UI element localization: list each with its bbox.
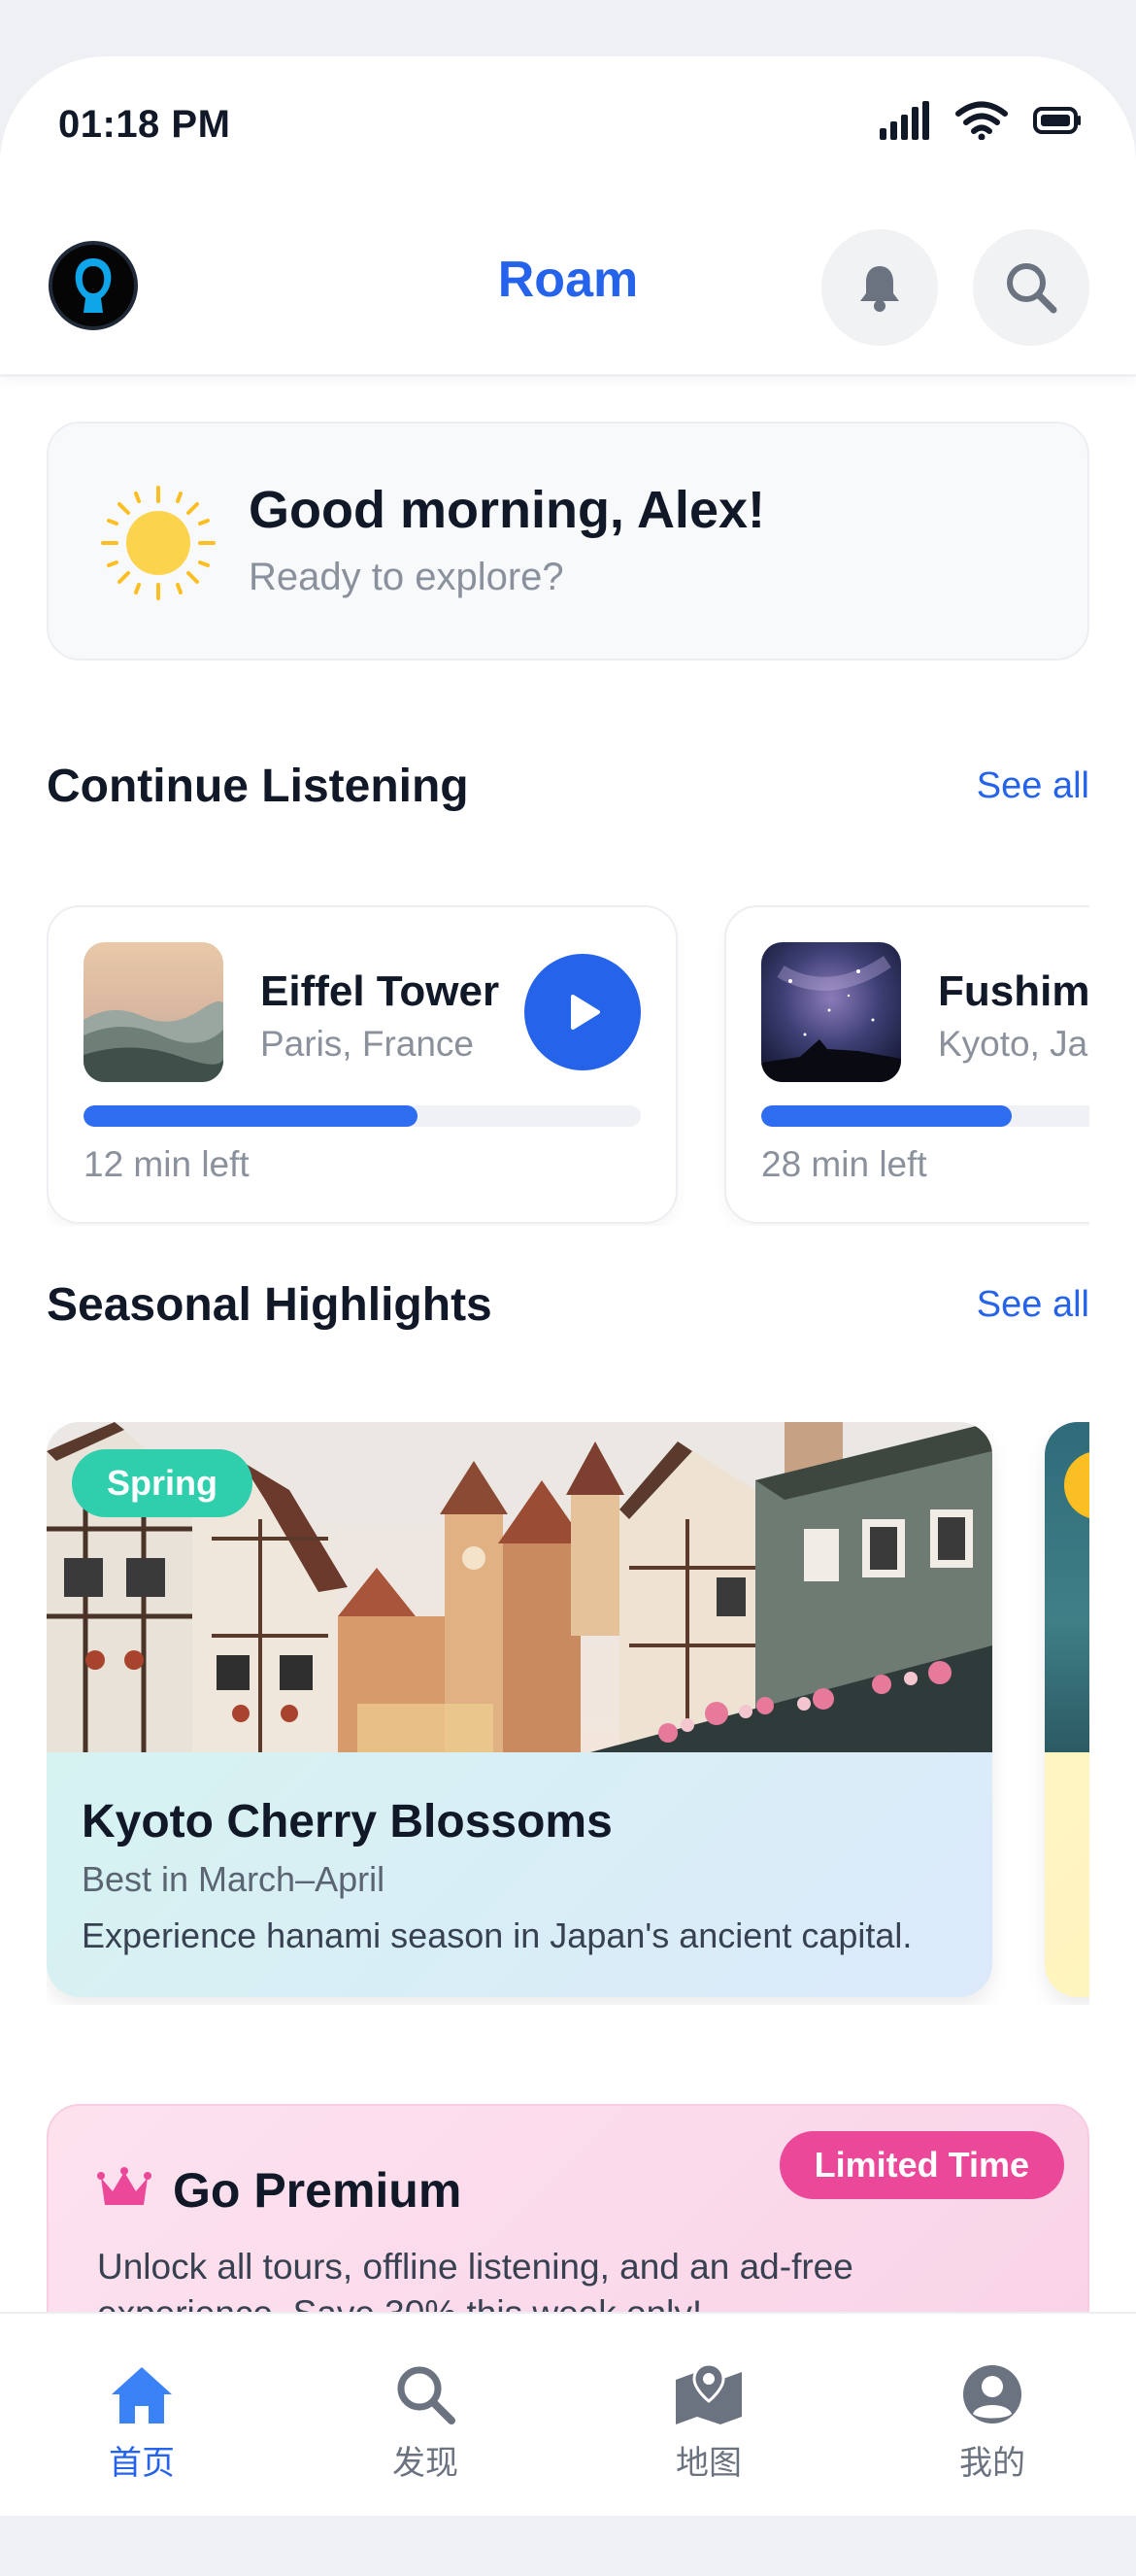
listen-card[interactable]: Eiffel Tower Paris, France 12 min left bbox=[47, 905, 678, 1224]
crown-icon bbox=[97, 2167, 151, 2205]
limited-time-badge: Limited Time bbox=[779, 2131, 1064, 2199]
seasonal-photo bbox=[1045, 1422, 1089, 1752]
greeting-subtitle: Ready to explore? bbox=[249, 556, 564, 598]
tab-profile[interactable]: 我的 bbox=[895, 2360, 1089, 2484]
notifications-button[interactable] bbox=[821, 229, 938, 346]
thumbnail-image bbox=[761, 942, 901, 1082]
tab-map[interactable]: 地图 bbox=[612, 2360, 806, 2484]
signal-icon bbox=[880, 101, 929, 140]
seasonal-card[interactable]: Spring Kyoto Cherry Blossoms Best in Mar… bbox=[47, 1422, 992, 1997]
greeting-title: Good morning, Alex! bbox=[249, 481, 765, 539]
seasonal-photo: Spring bbox=[47, 1422, 992, 1752]
tab-home[interactable]: 首页 bbox=[45, 2360, 239, 2484]
premium-title: Go Premium bbox=[173, 2163, 462, 2218]
status-bar: 01:18 PM bbox=[0, 56, 1136, 192]
search-icon bbox=[397, 2366, 455, 2424]
app-title: Roam bbox=[497, 252, 639, 308]
time-left: 12 min left bbox=[84, 1144, 250, 1184]
time-left: 28 min left bbox=[761, 1144, 927, 1184]
sun-icon bbox=[101, 486, 216, 600]
seasonal-card-title: Kyoto Cherry Blossoms bbox=[82, 1796, 613, 1847]
tab-label: 首页 bbox=[109, 2444, 175, 2483]
progress-bar bbox=[761, 1105, 1089, 1127]
seasonal-card-description: Experience hanami season in Japan's anci… bbox=[82, 1915, 913, 1955]
app-header: Roam bbox=[0, 192, 1136, 377]
status-time: 01:18 PM bbox=[58, 103, 231, 146]
search-icon bbox=[1007, 263, 1057, 314]
greeting-card: Good morning, Alex! Ready to explore? bbox=[47, 422, 1089, 661]
bell-icon bbox=[860, 266, 899, 312]
seasonal-card-body bbox=[1045, 1752, 1089, 1997]
phone-screen: 01:18 PM Roam Good morning, Alex! Ready … bbox=[0, 56, 1136, 2516]
tab-label: 我的 bbox=[959, 2444, 1025, 2483]
season-tag: Spring bbox=[72, 1449, 252, 1517]
home-icon bbox=[112, 2367, 172, 2423]
header-search-button[interactable] bbox=[973, 229, 1089, 346]
listen-title: Eiffel Tower bbox=[260, 967, 500, 1015]
tab-label: 地图 bbox=[676, 2444, 742, 2483]
continue-listening-carousel[interactable]: Eiffel Tower Paris, France 12 min left F… bbox=[47, 905, 1089, 1226]
continue-listening-see-all[interactable]: See all bbox=[977, 765, 1089, 807]
listen-card[interactable]: Fushimi Kyoto, Ja 28 min left bbox=[724, 905, 1089, 1224]
seasonal-card-body: Kyoto Cherry Blossoms Best in March–Apri… bbox=[47, 1752, 992, 1997]
bottom-tab-bar: 首页 发现 地图 我的 bbox=[0, 2312, 1136, 2516]
seasonal-carousel[interactable]: Spring Kyoto Cherry Blossoms Best in Mar… bbox=[47, 1422, 1089, 2005]
battery-icon bbox=[1033, 107, 1081, 134]
tab-discover[interactable]: 发现 bbox=[328, 2360, 522, 2484]
tab-label: 发现 bbox=[392, 2444, 458, 2483]
continue-listening-title: Continue Listening bbox=[47, 761, 469, 812]
status-icons bbox=[880, 101, 1082, 140]
profile-icon bbox=[963, 2365, 1021, 2423]
listen-location: Kyoto, Ja bbox=[938, 1024, 1088, 1064]
listen-title: Fushimi bbox=[938, 967, 1089, 1015]
map-icon bbox=[676, 2362, 742, 2424]
seasonal-highlights-title: Seasonal Highlights bbox=[47, 1279, 492, 1331]
play-button[interactable] bbox=[524, 954, 641, 1070]
seasonal-see-all[interactable]: See all bbox=[977, 1284, 1089, 1326]
seasonal-card[interactable] bbox=[1045, 1422, 1089, 1997]
play-icon bbox=[571, 995, 600, 1030]
progress-fill bbox=[84, 1105, 418, 1127]
listen-location: Paris, France bbox=[260, 1024, 475, 1064]
wifi-icon bbox=[955, 101, 1008, 140]
thumbnail-image bbox=[84, 942, 223, 1082]
progress-fill bbox=[761, 1105, 1013, 1127]
progress-bar bbox=[84, 1105, 641, 1127]
seasonal-card-timing: Best in March–April bbox=[82, 1859, 385, 1899]
season-tag bbox=[1064, 1451, 1089, 1519]
